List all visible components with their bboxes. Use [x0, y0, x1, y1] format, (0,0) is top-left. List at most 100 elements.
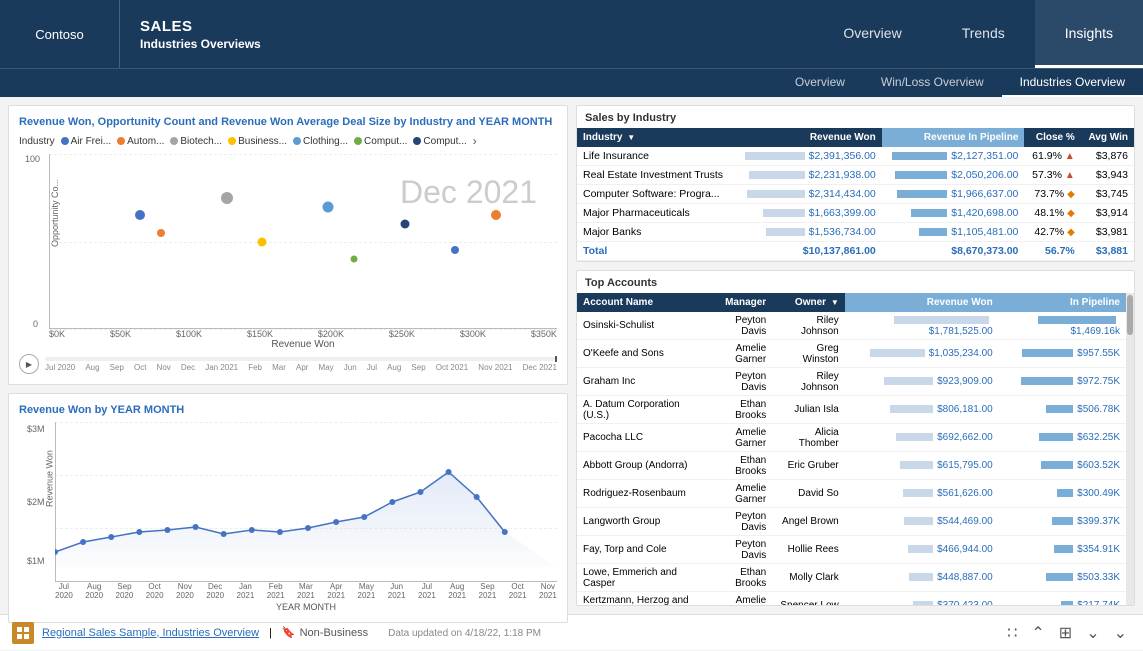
scroll-thumb[interactable]	[1127, 295, 1133, 335]
cell-close-pct: 61.9% ▲	[1024, 147, 1080, 166]
cell-pipeline: $506.78K	[999, 396, 1126, 424]
table-row: Major Banks $1,536,734.00 $1,105,481.00 …	[577, 223, 1134, 242]
cell-revenue-won: $1,536,734.00	[734, 223, 882, 242]
x-label-nov21: Nov2021	[539, 582, 557, 600]
table-row: Langworth Group Peyton Davis Angel Brown…	[577, 508, 1126, 536]
cell-owner: Greg Winston	[772, 340, 845, 368]
col-header-revenue-won[interactable]: Revenue Won	[734, 128, 882, 147]
bar-pipeline	[911, 209, 947, 217]
col-header-close-pct[interactable]: Close %	[1024, 128, 1080, 147]
bar-pipeline	[1061, 601, 1073, 606]
y-tick-100: 100	[25, 154, 40, 164]
timeline-marker	[555, 356, 557, 362]
nav-logo: Contoso	[0, 0, 120, 68]
bar-revenue	[766, 228, 805, 236]
grid-view-btn[interactable]: ⊞	[1055, 623, 1076, 643]
cell-total-avg: $3,881	[1081, 242, 1134, 261]
cell-manager: Peyton Davis	[703, 508, 772, 536]
bar-pipeline	[897, 190, 947, 198]
table-row: Lowe, Emmerich and Casper Ethan Brooks M…	[577, 564, 1126, 592]
cell-owner: Hollie Rees	[772, 536, 845, 564]
tag-container: 🔖 Non-Business	[282, 626, 368, 639]
nav-title-section: SALES Industries Overviews	[120, 0, 320, 68]
cell-account: Pacocha LLC	[577, 424, 703, 452]
expand-btn[interactable]: ⌄	[1110, 623, 1131, 643]
cell-account: Abbott Group (Andorra)	[577, 452, 703, 480]
update-label: Data updated on 4/18/22, 1:18 PM	[388, 628, 541, 639]
table-row: Kertzmann, Herzog and Gerhold Amelie Gar…	[577, 592, 1126, 607]
x-label-nov20: Nov2020	[176, 582, 194, 600]
x-label-jul20: Jul2020	[55, 582, 73, 600]
bottom-left: Regional Sales Sample, Industries Overvi…	[12, 622, 368, 644]
cell-account: Rodriguez-Rosenbaum	[577, 480, 703, 508]
cell-revenue: $923,909.00	[845, 368, 999, 396]
table-row: O'Keefe and Sons Amelie Garner Greg Wins…	[577, 340, 1126, 368]
cell-pipeline: $1,420,698.00	[882, 204, 1025, 223]
cell-pipeline: $603.52K	[999, 452, 1126, 480]
x-label-aug20: Aug2020	[85, 582, 103, 600]
nav-down-btn[interactable]: ⌄	[1082, 623, 1103, 643]
sub-tab-overview[interactable]: Overview	[777, 69, 863, 97]
x-label-aug21: Aug2021	[448, 582, 466, 600]
table-row: Graham Inc Peyton Davis Riley Johnson $9…	[577, 368, 1126, 396]
left-panel: Revenue Won, Opportunity Count and Reven…	[8, 105, 568, 606]
col-header-manager[interactable]: Manager	[703, 293, 772, 312]
x-label-jan21: Jan2021	[237, 582, 255, 600]
breadcrumb-link[interactable]: Regional Sales Sample, Industries Overvi…	[42, 627, 259, 639]
bar-revenue	[900, 461, 933, 469]
legend-more[interactable]: ›	[473, 134, 477, 148]
col-header-in-pipeline[interactable]: In Pipeline	[999, 293, 1126, 312]
bar-pipeline	[1052, 517, 1073, 525]
sort-icon-owner: ▼	[831, 298, 839, 307]
cell-pipeline: $217.74K	[999, 592, 1126, 607]
bar-revenue	[913, 601, 933, 606]
y-tick-0: 0	[33, 319, 38, 329]
play-button[interactable]: ▶	[19, 354, 39, 374]
table-row: Real Estate Investment Trusts $2,231,938…	[577, 166, 1134, 185]
nav-up-btn[interactable]: ⌃	[1027, 623, 1048, 643]
cell-account: Lowe, Emmerich and Casper	[577, 564, 703, 592]
cell-account: Fay, Torp and Cole	[577, 536, 703, 564]
line-x-axis-title: YEAR MONTH	[55, 602, 557, 612]
scrollbar[interactable]	[1126, 293, 1134, 606]
cell-manager: Peyton Davis	[703, 536, 772, 564]
update-text: Data updated on 4/18/22, 1:18 PM	[368, 627, 1003, 639]
nav-tab-trends[interactable]: Trends	[932, 0, 1035, 68]
chart-icon-btn[interactable]: ∷	[1003, 623, 1021, 643]
cell-revenue: $561,626.00	[845, 480, 999, 508]
timeline-container: Jul 2020 Aug Sep Oct Nov Dec Jan 2021 Fe…	[45, 357, 557, 372]
col-header-avg-win[interactable]: Avg Win	[1081, 128, 1134, 147]
nav-title-main: SALES	[140, 18, 300, 35]
cell-owner: Riley Johnson	[772, 312, 845, 340]
trend-icon: ▲	[1065, 170, 1075, 181]
cell-manager: Peyton Davis	[703, 312, 772, 340]
bar-revenue	[747, 190, 805, 198]
cell-industry: Real Estate Investment Trusts	[577, 166, 734, 185]
x-label-jul21: Jul2021	[418, 582, 436, 600]
bar-revenue	[749, 171, 805, 179]
nav-tab-insights[interactable]: Insights	[1035, 0, 1143, 68]
col-header-industry[interactable]: Industry ▼	[577, 128, 734, 147]
sub-tab-industries[interactable]: Industries Overview	[1002, 69, 1143, 97]
nav-tabs: Overview Trends Insights	[813, 0, 1143, 68]
legend-item-4: Clothing...	[293, 136, 348, 147]
legend-item-1: Autom...	[117, 136, 164, 147]
col-header-revenue-won[interactable]: Revenue Won	[845, 293, 999, 312]
bar-revenue	[890, 405, 933, 413]
cell-account: O'Keefe and Sons	[577, 340, 703, 368]
x-label-mar21: Mar2021	[297, 582, 315, 600]
col-header-owner[interactable]: Owner ▼	[772, 293, 845, 312]
nav-tab-overview[interactable]: Overview	[813, 0, 931, 68]
breadcrumb-icon	[12, 622, 34, 644]
col-header-pipeline[interactable]: Revenue In Pipeline	[882, 128, 1025, 147]
cell-pipeline: $354.91K	[999, 536, 1126, 564]
bar-pipeline	[1041, 461, 1073, 469]
cell-close-pct: 48.1% ◆	[1024, 204, 1080, 223]
top-accounts-title: Top Accounts	[577, 271, 1134, 293]
timeline-track[interactable]	[45, 357, 557, 361]
breadcrumb: Regional Sales Sample, Industries Overvi…	[12, 622, 259, 644]
table-row: Pacocha LLC Amelie Garner Alicia Thomber…	[577, 424, 1126, 452]
col-header-account[interactable]: Account Name	[577, 293, 703, 312]
bar-revenue	[909, 573, 933, 581]
sub-tab-winloss[interactable]: Win/Loss Overview	[863, 69, 1002, 97]
